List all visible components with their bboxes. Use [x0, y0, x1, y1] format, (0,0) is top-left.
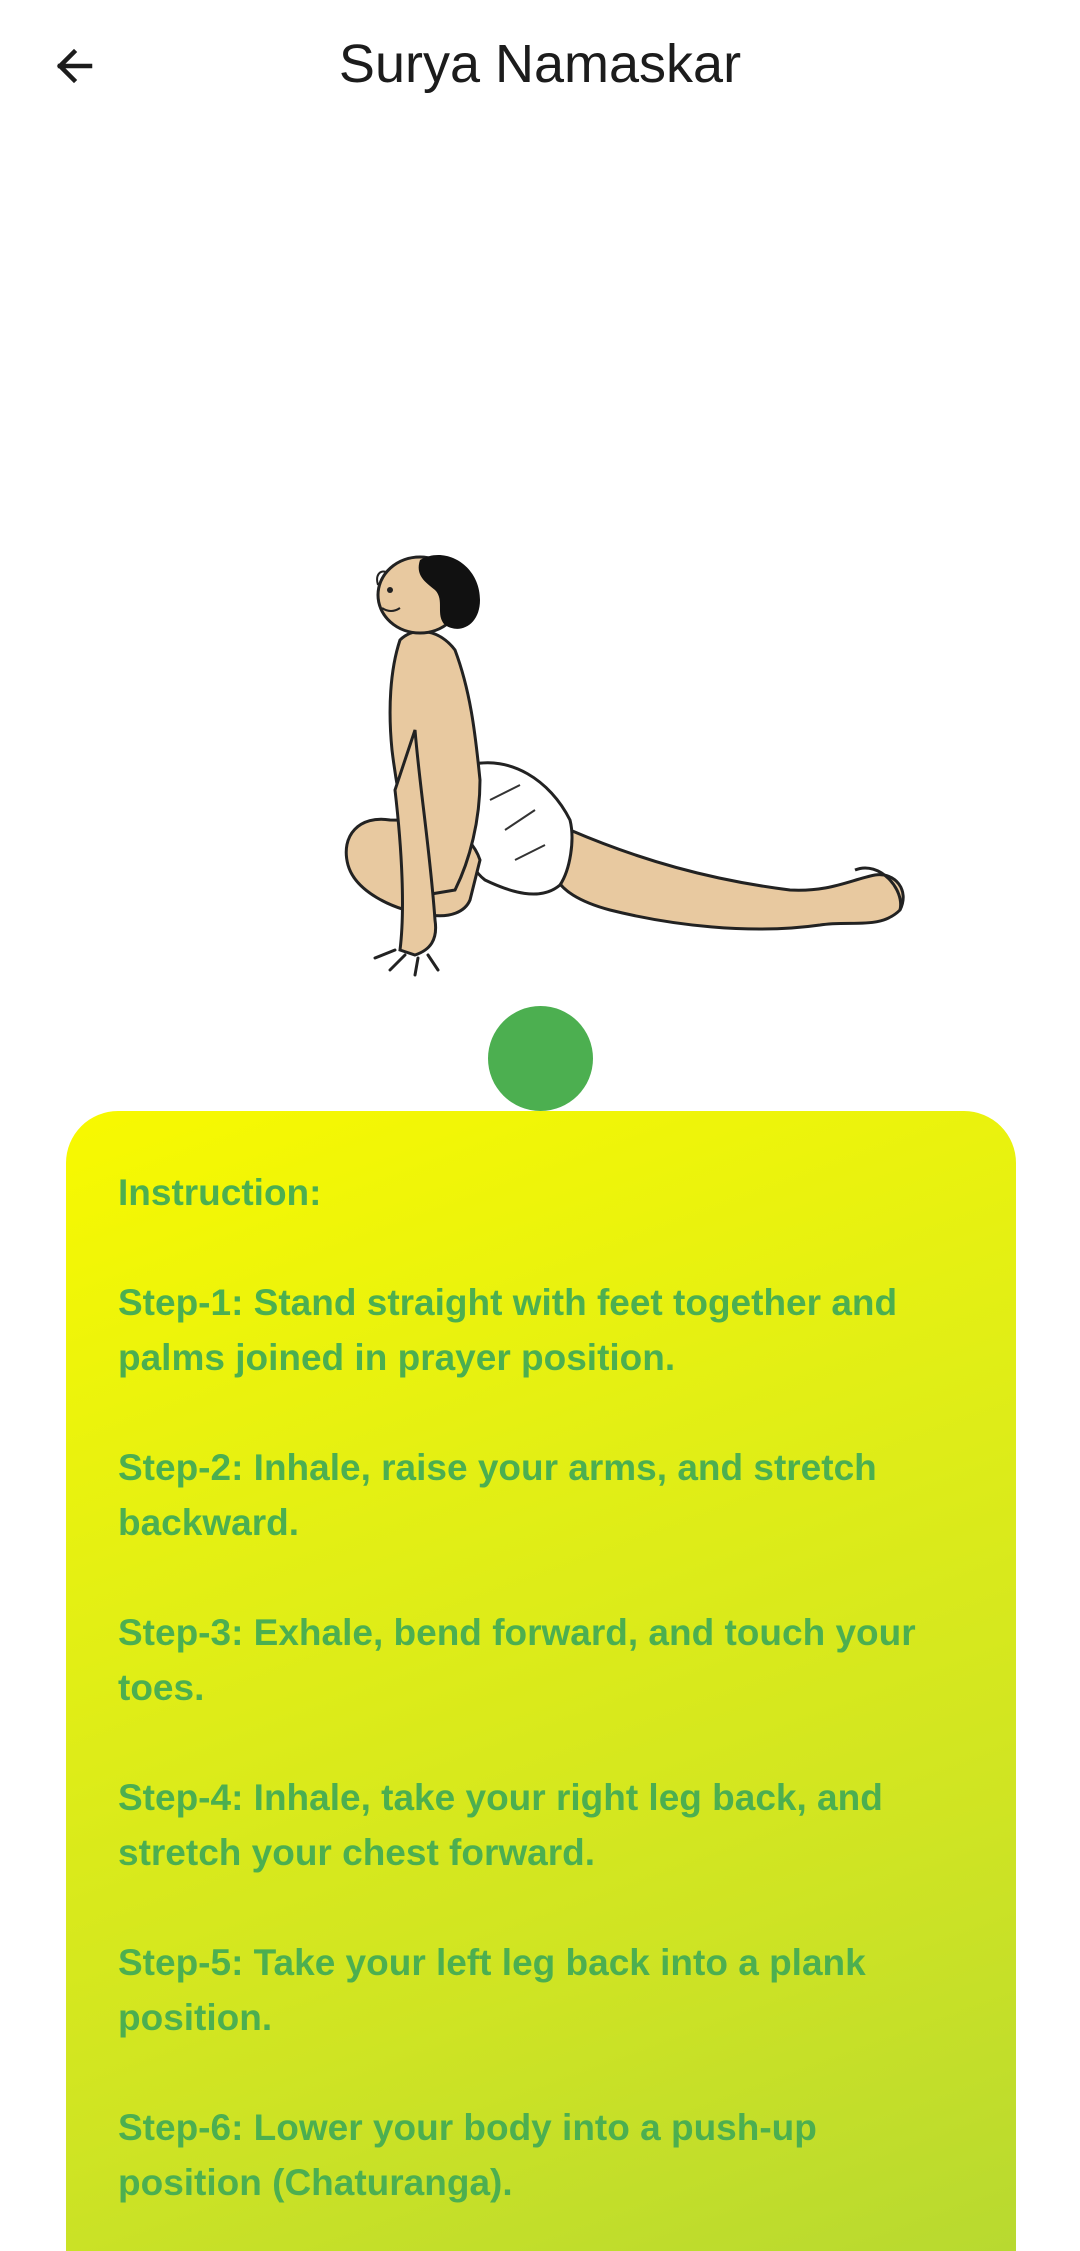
app-bar: Surya Namaskar: [0, 0, 1080, 132]
instruction-step: Step-5: Take your left leg back into a p…: [118, 1942, 866, 2038]
instruction-card: Instruction: Step-1: Stand straight with…: [66, 1111, 1016, 2251]
instruction-step: Step-4: Inhale, take your right leg back…: [118, 1777, 883, 1873]
instruction-heading: Instruction:: [118, 1172, 322, 1213]
instruction-step: Step-6: Lower your body into a push-up p…: [118, 2107, 817, 2203]
yoga-pose-illustration: [344, 554, 905, 977]
status-dot: [488, 1006, 593, 1111]
instruction-step: Step-1: Stand straight with feet togethe…: [118, 1282, 898, 1378]
instruction-step: Step-3: Exhale, bend forward, and touch …: [118, 1612, 916, 1708]
page-title: Surya Namaskar: [338, 34, 742, 94]
instruction-step: Step-2: Inhale, raise your arms, and str…: [118, 1447, 877, 1543]
